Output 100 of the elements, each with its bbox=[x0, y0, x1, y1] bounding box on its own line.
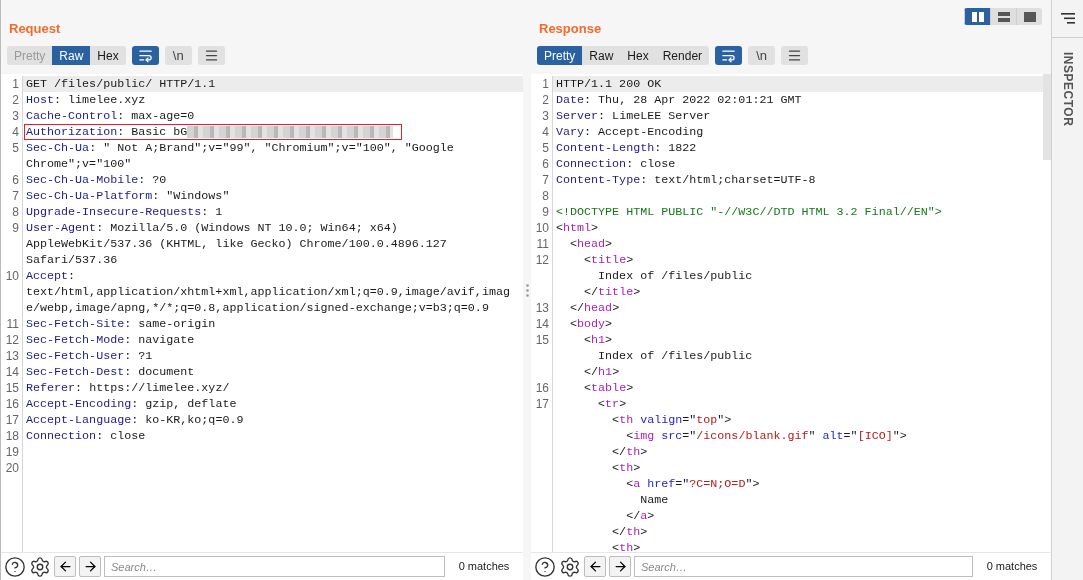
code-line: Vary: Accept-Encoding bbox=[556, 124, 704, 140]
code-line: Name bbox=[639, 492, 669, 508]
code-line: Content-Length: 1822 bbox=[556, 140, 697, 156]
line-number: 10 bbox=[535, 221, 549, 235]
code-line: GET /files/public/ HTTP/1.1 bbox=[26, 76, 216, 92]
newline-button[interactable]: \n bbox=[164, 46, 192, 65]
line-number: 3 bbox=[542, 109, 549, 123]
code-line: <th valign="top"> bbox=[611, 412, 732, 428]
code-line: <body> bbox=[569, 316, 613, 332]
line-number: 8 bbox=[542, 189, 549, 203]
code-line: Referer: https://limelee.xyz/ bbox=[26, 380, 230, 396]
line-number: 2 bbox=[12, 93, 19, 107]
help-icon[interactable] bbox=[4, 555, 26, 578]
lines-icon[interactable] bbox=[1060, 13, 1075, 24]
code-line: <head> bbox=[569, 236, 613, 252]
match-count: 0 matches bbox=[457, 559, 511, 575]
view-tab[interactable]: Render bbox=[655, 46, 710, 65]
code-line: Index of /files/public bbox=[597, 348, 753, 364]
next-button[interactable] bbox=[79, 556, 101, 577]
code-line: e/webp,image/apng,*/*;q=0.8,application/signed-exchange;v=b3;q=0.9 bbox=[26, 300, 489, 316]
code-line: HTTP/1.1 200 OK bbox=[556, 76, 662, 92]
search-field[interactable]: Search… bbox=[104, 556, 445, 577]
square-icon bbox=[1023, 11, 1036, 22]
layout-button[interactable] bbox=[964, 8, 990, 25]
arrow-right-icon bbox=[612, 559, 628, 574]
code-line: Sec-Fetch-User: ?1 bbox=[26, 348, 153, 364]
code-line: <!DOCTYPE HTML PUBLIC "-//W3C//DTD HTML 3.2 Final//EN"> bbox=[556, 204, 942, 220]
code-line: </a> bbox=[625, 508, 655, 524]
line-number: 11 bbox=[536, 237, 549, 251]
code-line: User-Agent: Mozilla/5.0 (Windows NT 10.0; Win64; x64) bbox=[26, 220, 398, 236]
code-line: Content-Type: text/html;charset=UTF-8 bbox=[556, 172, 816, 188]
code-line: Accept: bbox=[26, 268, 76, 284]
line-number: 8 bbox=[12, 205, 19, 219]
view-tab[interactable]: Pretty bbox=[537, 46, 583, 65]
code-line: AppleWebKit/537.36 (KHTML, like Gecko) Chrome/100.0.4896.127 bbox=[26, 236, 447, 252]
line-number: 1 bbox=[12, 77, 19, 91]
code-line: Authorization: Basic bG bbox=[26, 124, 394, 140]
line-number: 16 bbox=[5, 397, 19, 411]
code-line: Accept-Encoding: gzip, deflate bbox=[26, 396, 237, 412]
view-tab[interactable]: Hex bbox=[620, 46, 656, 65]
line-number: 14 bbox=[5, 365, 19, 379]
code-line: Sec-Ch-Ua-Platform: "Windows" bbox=[26, 188, 230, 204]
wrap-icon bbox=[721, 48, 737, 63]
view-tab[interactable]: Raw bbox=[52, 46, 91, 65]
wrap-button[interactable] bbox=[715, 46, 743, 65]
panel-title: Response bbox=[539, 19, 602, 38]
line-number: 17 bbox=[5, 413, 19, 427]
line-number: 1 bbox=[542, 77, 549, 91]
code-line: Upgrade-Insecure-Requests: 1 bbox=[26, 204, 223, 220]
code-line: Sec-Fetch-Site: same-origin bbox=[26, 316, 216, 332]
line-number: 16 bbox=[535, 381, 549, 395]
line-number: 7 bbox=[542, 173, 549, 187]
search-field[interactable]: Search… bbox=[634, 556, 973, 577]
code-line: <title> bbox=[583, 252, 634, 268]
line-number: 14 bbox=[535, 317, 549, 331]
panel-title: Request bbox=[9, 19, 61, 38]
line-number: 10 bbox=[5, 269, 19, 283]
code-line: </head> bbox=[569, 300, 620, 316]
wrap-icon bbox=[137, 48, 153, 63]
menu-icon bbox=[203, 48, 219, 63]
arrow-right-icon bbox=[82, 559, 98, 574]
menu-icon bbox=[787, 48, 803, 63]
code-line: <a href="?C=N;O=D"> bbox=[625, 476, 760, 492]
code-line: Server: LimeLEE Server bbox=[556, 108, 711, 124]
columns-icon bbox=[971, 11, 984, 22]
settings-icon[interactable] bbox=[559, 555, 581, 578]
help-icon[interactable] bbox=[534, 555, 556, 578]
code-line: Connection: close bbox=[26, 428, 146, 444]
code-line: <h1> bbox=[583, 332, 613, 348]
code-line: Date: Thu, 28 Apr 2022 02:01:21 GMT bbox=[556, 92, 802, 108]
inspector-tab[interactable]: INSPECTOR bbox=[1058, 52, 1077, 127]
code-line: Index of /files/public bbox=[597, 268, 753, 284]
view-tab[interactable]: Hex bbox=[90, 46, 126, 65]
code-line: <img src="/icons/blank.gif" alt="[ICO]"> bbox=[625, 428, 907, 444]
menu-button[interactable] bbox=[197, 46, 225, 65]
menu-button[interactable] bbox=[781, 46, 809, 65]
match-count: 0 matches bbox=[985, 559, 1039, 575]
scrollbar-thumb[interactable] bbox=[1043, 74, 1051, 160]
line-number: 5 bbox=[542, 141, 549, 155]
drag-handle-icon[interactable] bbox=[525, 283, 529, 297]
code-line: Sec-Fetch-Dest: document bbox=[26, 364, 195, 380]
line-number: 4 bbox=[542, 125, 549, 139]
previous-button[interactable] bbox=[584, 556, 606, 577]
line-number: 15 bbox=[5, 381, 19, 395]
line-number: 3 bbox=[12, 109, 19, 123]
line-number: 11 bbox=[6, 317, 19, 331]
next-button[interactable] bbox=[609, 556, 631, 577]
wrap-button[interactable] bbox=[131, 46, 159, 65]
view-tab[interactable]: Raw bbox=[582, 46, 621, 65]
line-number: 4 bbox=[12, 125, 19, 139]
line-number: 19 bbox=[5, 445, 19, 459]
newline-button[interactable]: \n bbox=[748, 46, 776, 65]
previous-button[interactable] bbox=[54, 556, 76, 577]
line-number: 5 bbox=[12, 141, 19, 155]
code-line: <th> bbox=[611, 540, 641, 552]
line-number: 13 bbox=[5, 349, 19, 363]
code-line: Safari/537.36 bbox=[26, 252, 118, 268]
settings-icon[interactable] bbox=[29, 555, 51, 578]
line-number: 9 bbox=[542, 205, 549, 219]
code-line: </th> bbox=[611, 524, 648, 540]
